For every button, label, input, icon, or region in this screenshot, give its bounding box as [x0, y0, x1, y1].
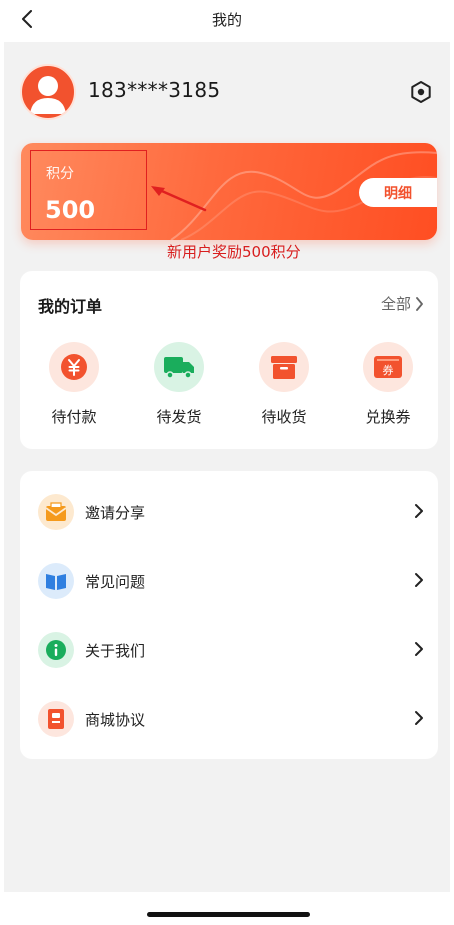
orders-title: 我的订单 — [38, 297, 103, 316]
book-icon — [46, 574, 66, 590]
menu-label: 常见问题 — [85, 573, 146, 591]
order-item-coupon[interactable]: 券 兑换券 — [348, 342, 428, 427]
settings-button[interactable] — [408, 79, 434, 105]
menu-label: 邀请分享 — [85, 504, 146, 522]
menu-icon-wrap — [38, 632, 74, 668]
order-icon-wrap — [154, 342, 204, 392]
menu-item-mall-agreement[interactable]: 商城协议 — [20, 685, 438, 753]
page-title: 我的 — [211, 11, 242, 29]
coupon-icon: 券 — [374, 356, 402, 378]
order-label: 兑换券 — [365, 408, 411, 426]
page-content: 183****3185 积分 500 明细 新用户奖励500积分 我的订单 全部 — [4, 42, 450, 892]
orders-all-link[interactable]: 全部 — [381, 293, 424, 314]
yen-icon — [61, 354, 87, 380]
menu-item-faq[interactable]: 常见问题 — [20, 547, 438, 615]
order-item-to-receive[interactable]: 待收货 — [244, 342, 324, 427]
user-phone: 183****3185 — [88, 78, 221, 102]
svg-text:券: 券 — [383, 363, 394, 377]
orders-card: 我的订单 全部 待付款 待发货 待收货 券 兑换券 — [20, 271, 438, 449]
menu-icon-wrap — [38, 563, 74, 599]
menu-card: 邀请分享 常见问题 关于我们 商城协议 — [20, 471, 438, 759]
profile-header: 183****3185 — [20, 64, 434, 122]
truck-icon — [164, 357, 194, 379]
chevron-right-icon — [416, 296, 423, 311]
chevron-right-icon — [415, 642, 423, 656]
home-indicator[interactable] — [147, 912, 310, 917]
annotation-arrow — [151, 186, 207, 212]
chevron-right-icon — [415, 711, 423, 725]
menu-label: 商城协议 — [85, 711, 146, 729]
settings-icon — [411, 81, 431, 103]
order-label: 待付款 — [51, 408, 97, 426]
orders-all-label: 全部 — [380, 295, 411, 313]
menu-item-invite-share[interactable]: 邀请分享 — [20, 478, 438, 546]
annotation-text: 新用户奖励500积分 — [167, 243, 301, 261]
order-icon-wrap: 券 — [363, 342, 413, 392]
annotation-highlight-box — [30, 150, 147, 230]
box-icon — [271, 356, 297, 379]
menu-label: 关于我们 — [85, 642, 146, 660]
order-label: 待收货 — [261, 408, 307, 426]
document-icon — [48, 709, 64, 729]
order-label: 待发货 — [156, 408, 202, 426]
info-icon — [46, 640, 66, 660]
nav-bar: 我的 — [0, 0, 454, 38]
chevron-right-icon — [415, 504, 423, 518]
order-item-to-ship[interactable]: 待发货 — [139, 342, 219, 427]
avatar[interactable] — [20, 64, 76, 120]
menu-icon-wrap — [38, 701, 74, 737]
menu-item-about-us[interactable]: 关于我们 — [20, 616, 438, 684]
points-detail-button[interactable]: 明细 — [359, 178, 437, 207]
order-icon-wrap — [49, 342, 99, 392]
order-icon-wrap — [259, 342, 309, 392]
user-icon — [30, 76, 66, 114]
envelope-icon — [45, 502, 67, 521]
menu-icon-wrap — [38, 494, 74, 530]
order-item-pending-payment[interactable]: 待付款 — [34, 342, 114, 427]
chevron-right-icon — [415, 573, 423, 587]
